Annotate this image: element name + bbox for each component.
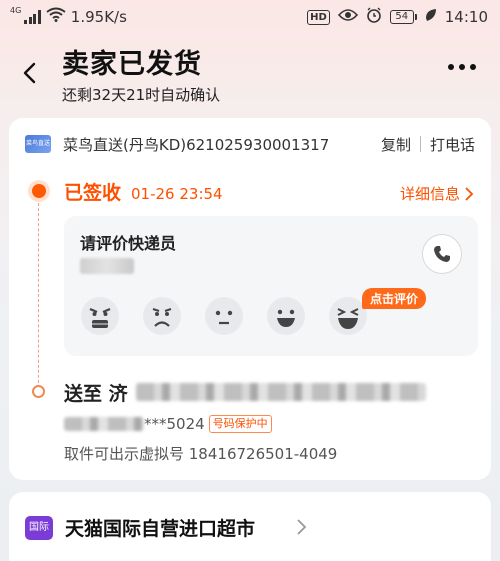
call-button[interactable]: 打电话 (430, 134, 475, 155)
logistics-card: 菜鸟直送 菜鸟直送(丹鸟KD)621025930001317 复制 打电话 已签… (9, 118, 491, 480)
battery-level: 54 (389, 10, 414, 24)
sad-face-icon[interactable] (142, 296, 182, 336)
more-options-button[interactable] (448, 64, 476, 70)
virtual-number: 取件可出示虚拟号 18416726501-4049 (64, 445, 338, 463)
divider (419, 136, 421, 152)
phone-redacted (64, 417, 144, 431)
destination-label: 送至 济 (64, 382, 128, 405)
auto-confirm-countdown: 还剩32天21时自动确认 (62, 86, 221, 104)
recipient-phone-row: ***5024 号码保护中 (64, 413, 272, 435)
detail-label: 详细信息 (399, 185, 460, 203)
delivery-status: 已签收 (64, 182, 122, 204)
page-title: 卖家已发货 (62, 49, 202, 80)
copy-button[interactable]: 复制 (381, 134, 411, 155)
tracking-detail-link[interactable]: 详细信息 (400, 183, 474, 204)
leaf-icon (425, 8, 437, 26)
chevron-right-icon (297, 519, 307, 535)
phone-suffix: ***5024 (144, 415, 205, 433)
network-speed: 1.95K/s (70, 7, 127, 26)
very-angry-face-icon[interactable] (80, 296, 120, 336)
destination-row: 送至 济 (64, 378, 484, 406)
wifi-icon (46, 7, 66, 26)
number-protected-badge: 号码保护中 (208, 415, 272, 433)
page-header: 卖家已发货 还剩32天21时自动确认 (0, 34, 500, 112)
smile-face-icon[interactable] (266, 296, 306, 336)
alarm-icon (366, 7, 382, 27)
address-redacted (135, 383, 426, 401)
back-button[interactable] (16, 58, 46, 88)
phone-icon (434, 246, 450, 262)
delivery-time: 01-26 23:54 (131, 185, 223, 203)
store-logo: 国际 (25, 516, 53, 540)
rate-now-bubble[interactable]: 点击评价 (362, 288, 427, 309)
rating-faces (80, 296, 368, 336)
call-courier-button[interactable] (422, 234, 462, 274)
battery-icon: 54 (389, 10, 417, 24)
hd-badge: HD (307, 9, 330, 25)
carrier-row: 菜鸟直送 菜鸟直送(丹鸟KD)621025930001317 复制 打电话 (25, 132, 475, 156)
store-name: 天猫国际自营进口超市 (65, 518, 256, 540)
rating-title: 请评价快递员 (80, 234, 177, 253)
timeline-line (38, 198, 39, 388)
clock-time: 14:10 (444, 8, 488, 26)
eye-icon (337, 8, 358, 26)
courier-rating-panel: 请评价快递员 点击评价 (64, 216, 478, 356)
carrier-logo: 菜鸟直送 (25, 135, 51, 153)
tracking-number: 菜鸟直送(丹鸟KD)621025930001317 (63, 135, 330, 154)
timeline-dot-destination (32, 385, 45, 398)
neutral-face-icon[interactable] (204, 296, 244, 336)
store-card[interactable]: 国际 天猫国际自营进口超市 (9, 492, 491, 561)
signal-icon (24, 9, 41, 24)
courier-name-redacted (80, 258, 134, 274)
network-tag: 4G (10, 6, 22, 15)
status-bar: 4G 1.95K/s HD 54 14:10 (0, 0, 500, 34)
chevron-left-icon (23, 62, 36, 84)
delivery-status-row: 已签收 01-26 23:54 详细信息 (64, 178, 484, 206)
chevron-right-icon (465, 186, 474, 201)
timeline-dot-active (32, 184, 46, 198)
